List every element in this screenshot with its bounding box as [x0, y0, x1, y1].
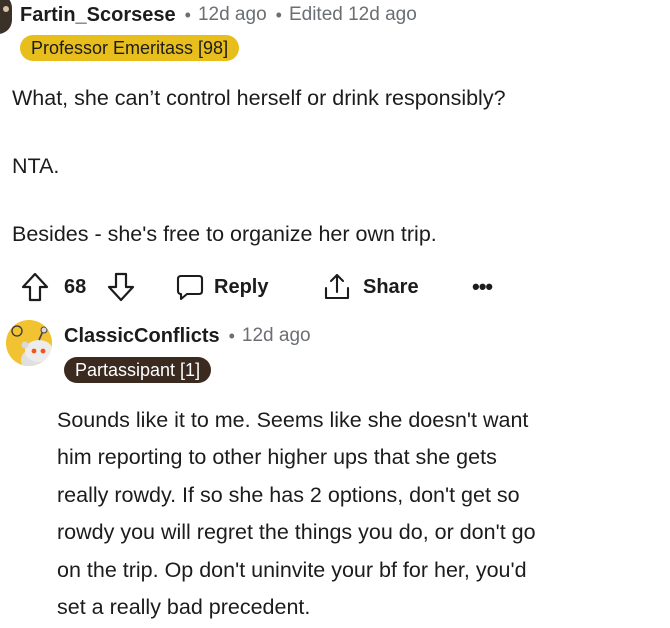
comment-line: Sounds like it to me. Seems like she doe…	[57, 408, 529, 432]
share-upload-icon	[322, 272, 352, 302]
user-flair: Partassipant [1]	[64, 357, 212, 383]
timestamp[interactable]: 12d ago	[198, 4, 267, 26]
comment-line: set a really bad precedent.	[57, 595, 311, 620]
snoo-avatar-icon	[6, 320, 52, 366]
separator-dot: •	[184, 4, 191, 25]
edited-timestamp: Edited 12d ago	[288, 4, 417, 25]
comment-bubble-icon	[175, 272, 205, 302]
comment-paragraph: What, she can’t control herself or drink…	[12, 86, 506, 110]
share-label: Share	[363, 275, 419, 298]
downvote-arrow-icon	[106, 271, 136, 303]
comment-paragraph: Besides - she's free to organize her own…	[12, 222, 437, 246]
separator-dot: •	[275, 4, 282, 25]
comment-line: on the trip. Op don't uninvite your bf f…	[57, 557, 527, 582]
timestamp[interactable]: 12d ago	[242, 325, 311, 347]
comment-line: rowdy you will regret the things you do,…	[57, 520, 536, 545]
downvote-button[interactable]	[106, 268, 136, 306]
comment-action-bar: 68 Reply Share •••	[20, 268, 620, 306]
upvote-arrow-icon	[20, 271, 50, 303]
share-button[interactable]: Share	[322, 268, 419, 306]
comment-header: ClassicConflicts • 12d ago	[64, 323, 311, 349]
vote-score: 68	[64, 275, 87, 298]
comment-line: him reporting to other higher ups that s…	[57, 445, 497, 470]
reply-button[interactable]: Reply	[175, 268, 268, 306]
comment-body: What, she can’t control herself or drink…	[12, 82, 652, 286]
comment-line: really rowdy. If so she has 2 options, d…	[57, 482, 520, 507]
more-options-button[interactable]: •••	[472, 268, 493, 306]
separator-dot: •	[228, 325, 235, 346]
upvote-button[interactable]	[20, 268, 50, 306]
reply-label: Reply	[214, 275, 269, 298]
avatar[interactable]	[6, 320, 52, 366]
comment-body: Sounds like it to me. Seems like she doe…	[57, 402, 667, 626]
comment-thread: Fartin_Scorsese • 12d ago • Edited 12d a…	[0, 0, 670, 628]
username[interactable]: Fartin_Scorsese	[20, 4, 176, 27]
user-flair: Professor Emeritass [98]	[20, 35, 240, 61]
username[interactable]: ClassicConflicts	[64, 325, 220, 348]
comment-header: Fartin_Scorsese • 12d ago • Edited 12d a…	[20, 2, 417, 28]
avatar[interactable]	[0, 0, 12, 34]
comment-paragraph: NTA.	[12, 154, 60, 178]
